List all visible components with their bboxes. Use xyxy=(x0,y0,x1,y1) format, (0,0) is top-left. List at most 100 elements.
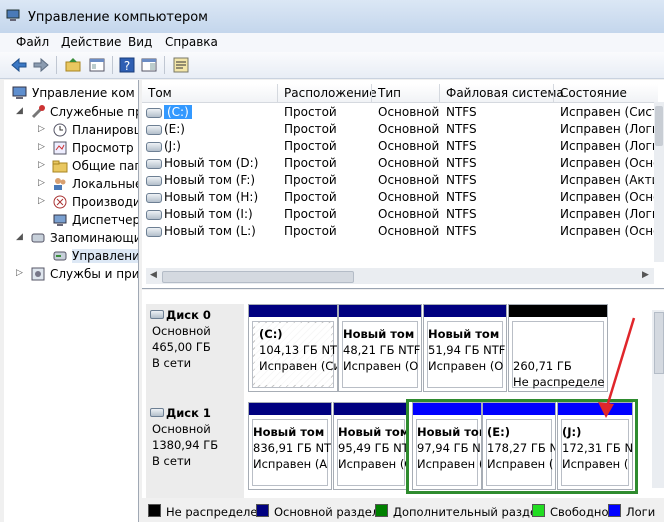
title-bar: Управление компьютером xyxy=(0,0,664,33)
tree-item-shared-folders[interactable]: ▷ Общие папк xyxy=(8,157,138,175)
expand-arrow-icon[interactable]: ▷ xyxy=(38,142,45,152)
volume-row[interactable]: (J:) Простой Основной NTFS Исправен (Лог… xyxy=(142,138,664,155)
users-icon xyxy=(52,176,68,192)
window-title: Управление компьютером xyxy=(28,10,208,25)
tree-item-local-users[interactable]: ▷ Локальные xyxy=(8,175,138,193)
tree-item-performance[interactable]: ▷ Производи xyxy=(8,193,138,211)
expand-arrow-icon[interactable]: ▷ xyxy=(38,160,45,170)
scroll-right-icon[interactable]: ▶ xyxy=(642,270,649,280)
volume-row[interactable]: (E:) Простой Основной NTFS Исправен (Лог… xyxy=(142,121,664,138)
disk-map: Диск 0 Основной 465,00 ГБ В сети (C:) 10… xyxy=(142,290,664,498)
volume-row[interactable]: Новый том (F:) Простой Основной NTFS Исп… xyxy=(142,172,664,189)
menu-help[interactable]: Справка xyxy=(165,35,218,49)
collapse-arrow-icon[interactable]: ◢ xyxy=(16,106,23,116)
disk-icon xyxy=(150,408,164,417)
partition-block[interactable]: Новый том 836,91 ГБ NTF Исправен (А xyxy=(248,402,332,490)
properties-icon[interactable] xyxy=(172,56,190,74)
tools-icon xyxy=(30,104,46,120)
help-icon[interactable]: ? xyxy=(118,56,136,74)
disk-info[interactable]: Диск 1 Основной 1380,94 ГБ В сети xyxy=(146,402,244,498)
volume-row[interactable]: Новый том (D:) Простой Основной NTFS Исп… xyxy=(142,155,660,172)
column-header-volume[interactable]: Том xyxy=(148,86,172,100)
legend-extended: Дополнительный раздел xyxy=(375,504,544,519)
up-folder-icon[interactable] xyxy=(64,56,82,74)
volume-icon xyxy=(146,108,162,118)
partition-block[interactable]: Новый том 51,94 ГБ NTF Исправен (О xyxy=(423,304,507,392)
expand-arrow-icon[interactable]: ▷ xyxy=(38,196,45,206)
scrollbar-thumb[interactable] xyxy=(654,312,664,374)
volume-row[interactable]: (C:) Простой Основной NTFS Исправен (Сис… xyxy=(142,104,664,121)
vertical-scrollbar[interactable] xyxy=(654,102,664,262)
computer-management-window: Управление компьютером Файл Действие Вид… xyxy=(0,0,664,522)
toolbar-separator xyxy=(56,56,57,74)
volume-row[interactable]: Новый том (I:) Простой Основной NTFS Исп… xyxy=(142,206,664,223)
console-tree-icon[interactable] xyxy=(88,56,106,74)
legend-logical: Логи xyxy=(608,504,655,519)
storage-icon xyxy=(30,230,46,246)
tree-item-system-tools[interactable]: ◢ Служебные про xyxy=(8,103,138,121)
column-separator[interactable] xyxy=(371,84,372,102)
console-tree: Управление ком ◢ Служебные про ▷ Планиро… xyxy=(4,80,139,522)
volume-icon xyxy=(146,159,162,169)
disk-info[interactable]: Диск 0 Основной 465,00 ГБ В сети xyxy=(146,304,244,404)
column-separator[interactable] xyxy=(277,84,278,102)
tree-item-services-apps[interactable]: ▷ Службы и прил xyxy=(8,265,138,283)
volume-icon xyxy=(146,125,162,135)
column-header-filesystem[interactable]: Файловая система xyxy=(446,86,564,100)
volume-list: Том Расположение Тип Файловая система Со… xyxy=(142,80,664,289)
event-viewer-icon xyxy=(52,140,68,156)
column-header-layout[interactable]: Расположение xyxy=(284,86,377,100)
show-hide-pane-icon[interactable] xyxy=(140,56,158,74)
volume-row[interactable]: Новый том (H:) Простой Основной NTFS Исп… xyxy=(142,189,660,206)
collapse-arrow-icon[interactable]: ◢ xyxy=(16,232,23,242)
tree-item-storage[interactable]: ◢ Запоминающи xyxy=(8,229,138,247)
tree-item-event-viewer[interactable]: ▷ Просмотр с xyxy=(8,139,138,157)
annotation-arrow-icon xyxy=(598,317,636,418)
tree-item-disk-management[interactable]: Управлени xyxy=(8,247,138,265)
performance-icon xyxy=(52,194,68,210)
menu-action[interactable]: Действие xyxy=(61,35,121,49)
menu-view[interactable]: Вид xyxy=(128,35,152,49)
device-manager-icon xyxy=(52,212,68,228)
legend-unallocated: Не распределен xyxy=(148,504,265,519)
column-header-type[interactable]: Тип xyxy=(378,86,401,100)
volume-icon xyxy=(146,176,162,186)
scrollbar-thumb[interactable] xyxy=(162,271,354,283)
column-separator[interactable] xyxy=(553,84,554,102)
toolbar-separator xyxy=(164,56,165,74)
services-icon xyxy=(30,266,46,282)
toolbar-separator xyxy=(112,56,113,74)
horizontal-scrollbar[interactable]: ◀ ▶ xyxy=(146,268,654,284)
shared-folders-icon xyxy=(52,158,68,174)
volume-list-header: Том Расположение Тип Файловая система Со… xyxy=(142,84,658,103)
tree-item-computer-management[interactable]: Управление ком xyxy=(8,84,138,102)
volume-icon xyxy=(146,142,162,152)
legend-primary: Основной раздел xyxy=(256,504,379,519)
volume-icon xyxy=(146,193,162,203)
partition-block[interactable]: Новый том 48,21 ГБ NTF Исправен (О xyxy=(338,304,422,392)
computer-management-icon xyxy=(6,9,20,23)
computer-management-icon xyxy=(12,85,28,101)
column-separator[interactable] xyxy=(439,84,440,102)
tree-item-device-manager[interactable]: Диспетчер у xyxy=(8,211,138,229)
expand-arrow-icon[interactable]: ▷ xyxy=(16,268,23,278)
back-arrow-icon[interactable] xyxy=(10,56,28,74)
vertical-scrollbar[interactable] xyxy=(652,310,664,488)
scrollbar-thumb[interactable] xyxy=(655,106,663,146)
expand-arrow-icon[interactable]: ▷ xyxy=(38,124,45,134)
forward-arrow-icon[interactable] xyxy=(32,56,50,74)
expand-arrow-icon[interactable]: ▷ xyxy=(38,178,45,188)
menu-file[interactable]: Файл xyxy=(16,35,49,49)
volume-row[interactable]: Новый том (L:) Простой Основной NTFS Исп… xyxy=(142,223,660,240)
menu-bar: Файл Действие Вид Справка xyxy=(0,33,664,52)
scroll-left-icon[interactable]: ◀ xyxy=(150,270,157,280)
partition-block[interactable]: Новый том 95,49 ГБ NTF Исправен (О xyxy=(333,402,409,490)
partition-block[interactable]: (C:) 104,13 ГБ NTF Исправен (Си xyxy=(248,304,338,392)
svg-text:?: ? xyxy=(124,59,130,73)
clock-icon xyxy=(52,122,68,138)
volume-icon xyxy=(146,210,162,220)
toolbar: ? xyxy=(0,52,664,79)
tree-item-task-scheduler[interactable]: ▷ Планировщ xyxy=(8,121,138,139)
legend-free: Свободно xyxy=(532,504,608,519)
column-header-status[interactable]: Состояние xyxy=(560,86,627,100)
